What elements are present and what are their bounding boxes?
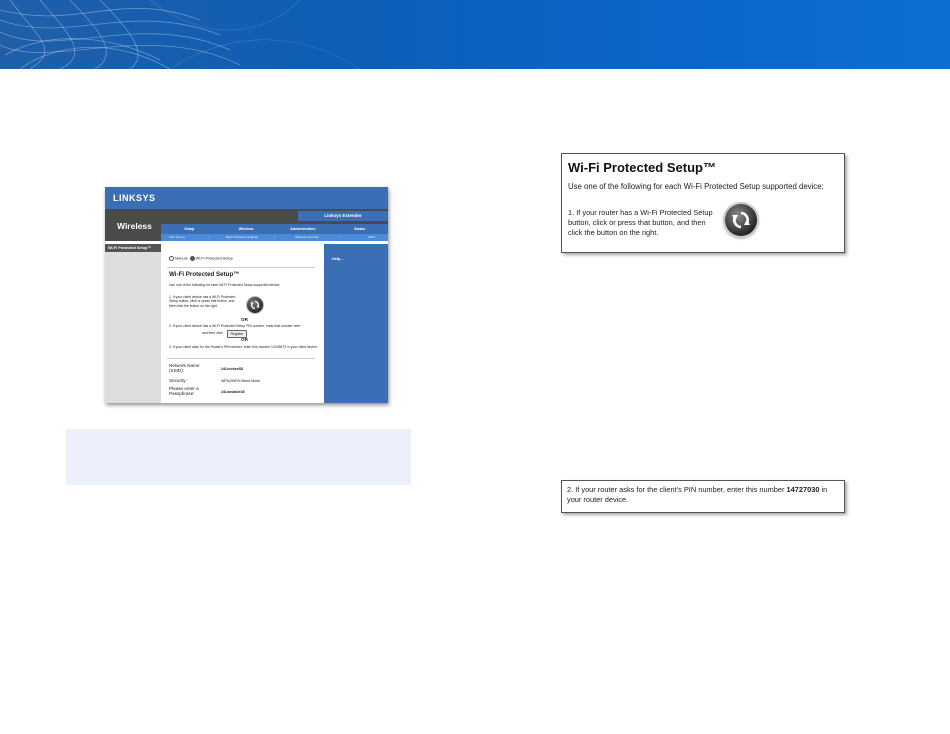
wps-step1: 1. If your client device has a Wi-Fi Pro…: [169, 295, 236, 308]
wps-arrows-icon: [250, 300, 260, 310]
mode-radio-group: Manual Wi-Fi Protected Setup: [169, 256, 233, 261]
crop-title: Wi-Fi Protected Setup™: [568, 160, 716, 175]
linksys-logo: LINKSYS: [113, 193, 156, 203]
help-link[interactable]: Help...: [332, 257, 343, 261]
wps-crop-top: Wi-Fi Protected Setup™ Use one of the fo…: [561, 153, 845, 253]
subtab-separator: |: [338, 235, 340, 239]
radio-manual-label: Manual: [175, 256, 188, 261]
radio-manual[interactable]: [169, 256, 174, 261]
tab-wireless[interactable]: Wireless: [218, 224, 275, 234]
wps-push-button-large[interactable]: [725, 204, 757, 236]
subtab-site-survey[interactable]: Site Survey: [161, 234, 193, 241]
divider: [167, 267, 315, 268]
tab-setup[interactable]: Setup: [161, 224, 218, 234]
or-separator-2: OR: [241, 337, 248, 342]
wps-intro: Use one of the following for each Wi-Fi …: [169, 283, 281, 287]
main-tabs: Setup Wireless Administration Status: [161, 224, 388, 234]
sub-tabs: Site Survey | Basic Wireless Settings | …: [161, 234, 388, 241]
wps-arrows-icon: [732, 211, 750, 229]
tab-administration[interactable]: Administration: [275, 224, 332, 234]
divider: [167, 358, 315, 359]
banner-swirl-graphic: [0, 0, 361, 69]
extender-label: Linksys Extender: [298, 211, 388, 221]
subtab-wps[interactable]: WPS: [356, 234, 388, 241]
radio-wps[interactable]: [189, 256, 195, 261]
help-panel: [324, 244, 388, 403]
wps-step3: 3. If your client asks for the Router's …: [169, 345, 318, 349]
sidebar-label: Wi-Fi Protected Setup™: [105, 244, 161, 252]
tab-status[interactable]: Status: [331, 224, 388, 234]
subtab-separator: |: [274, 235, 275, 239]
security-value: WPA2/WPA Mixed Mode: [221, 379, 261, 383]
security-label: Security:: [169, 378, 187, 383]
wps-crop-bottom: 2. If your router asks for the client's …: [561, 480, 845, 513]
wps-heading: Wi-Fi Protected Setup™: [169, 271, 240, 278]
ssid-value: 24LinobeeS8: [221, 367, 244, 371]
subtab-wireless-security[interactable]: Wireless Security: [291, 234, 323, 241]
wps-push-button[interactable]: [247, 297, 263, 313]
note-box: [66, 429, 411, 485]
radio-wps-label: Wi-Fi Protected Setup: [195, 256, 233, 261]
section-title: Wireless: [117, 221, 152, 231]
router-ui-screenshot: LINKSYS Wireless Linksys Extender Setup …: [105, 187, 388, 403]
crop-intro: Use one of the following for each Wi-Fi …: [568, 182, 824, 191]
wps-step2: 2. If your client device has a Wi-Fi Pro…: [169, 324, 301, 328]
or-separator-1: OR: [241, 317, 248, 322]
wps-step2-tail: and then click: [202, 331, 223, 335]
passphrase-value: 23Lamiable38: [221, 390, 245, 394]
passphrase-label: Please enter a Passphrase:: [169, 386, 199, 396]
crop-step1: 1. If your router has a Wi-Fi Protected …: [568, 208, 713, 237]
top-banner: [0, 0, 950, 69]
sidebar: [105, 244, 161, 403]
pin-number: 14727030: [786, 485, 820, 494]
pin-text-before: 2. If your router asks for the client's …: [567, 485, 787, 494]
subtab-separator: |: [209, 235, 211, 239]
ssid-label: Network Name (SSID):: [169, 363, 200, 373]
crop-pin-text: 2. If your router asks for the client's …: [567, 485, 839, 505]
subtab-basic-wireless[interactable]: Basic Wireless Settings: [226, 234, 258, 241]
